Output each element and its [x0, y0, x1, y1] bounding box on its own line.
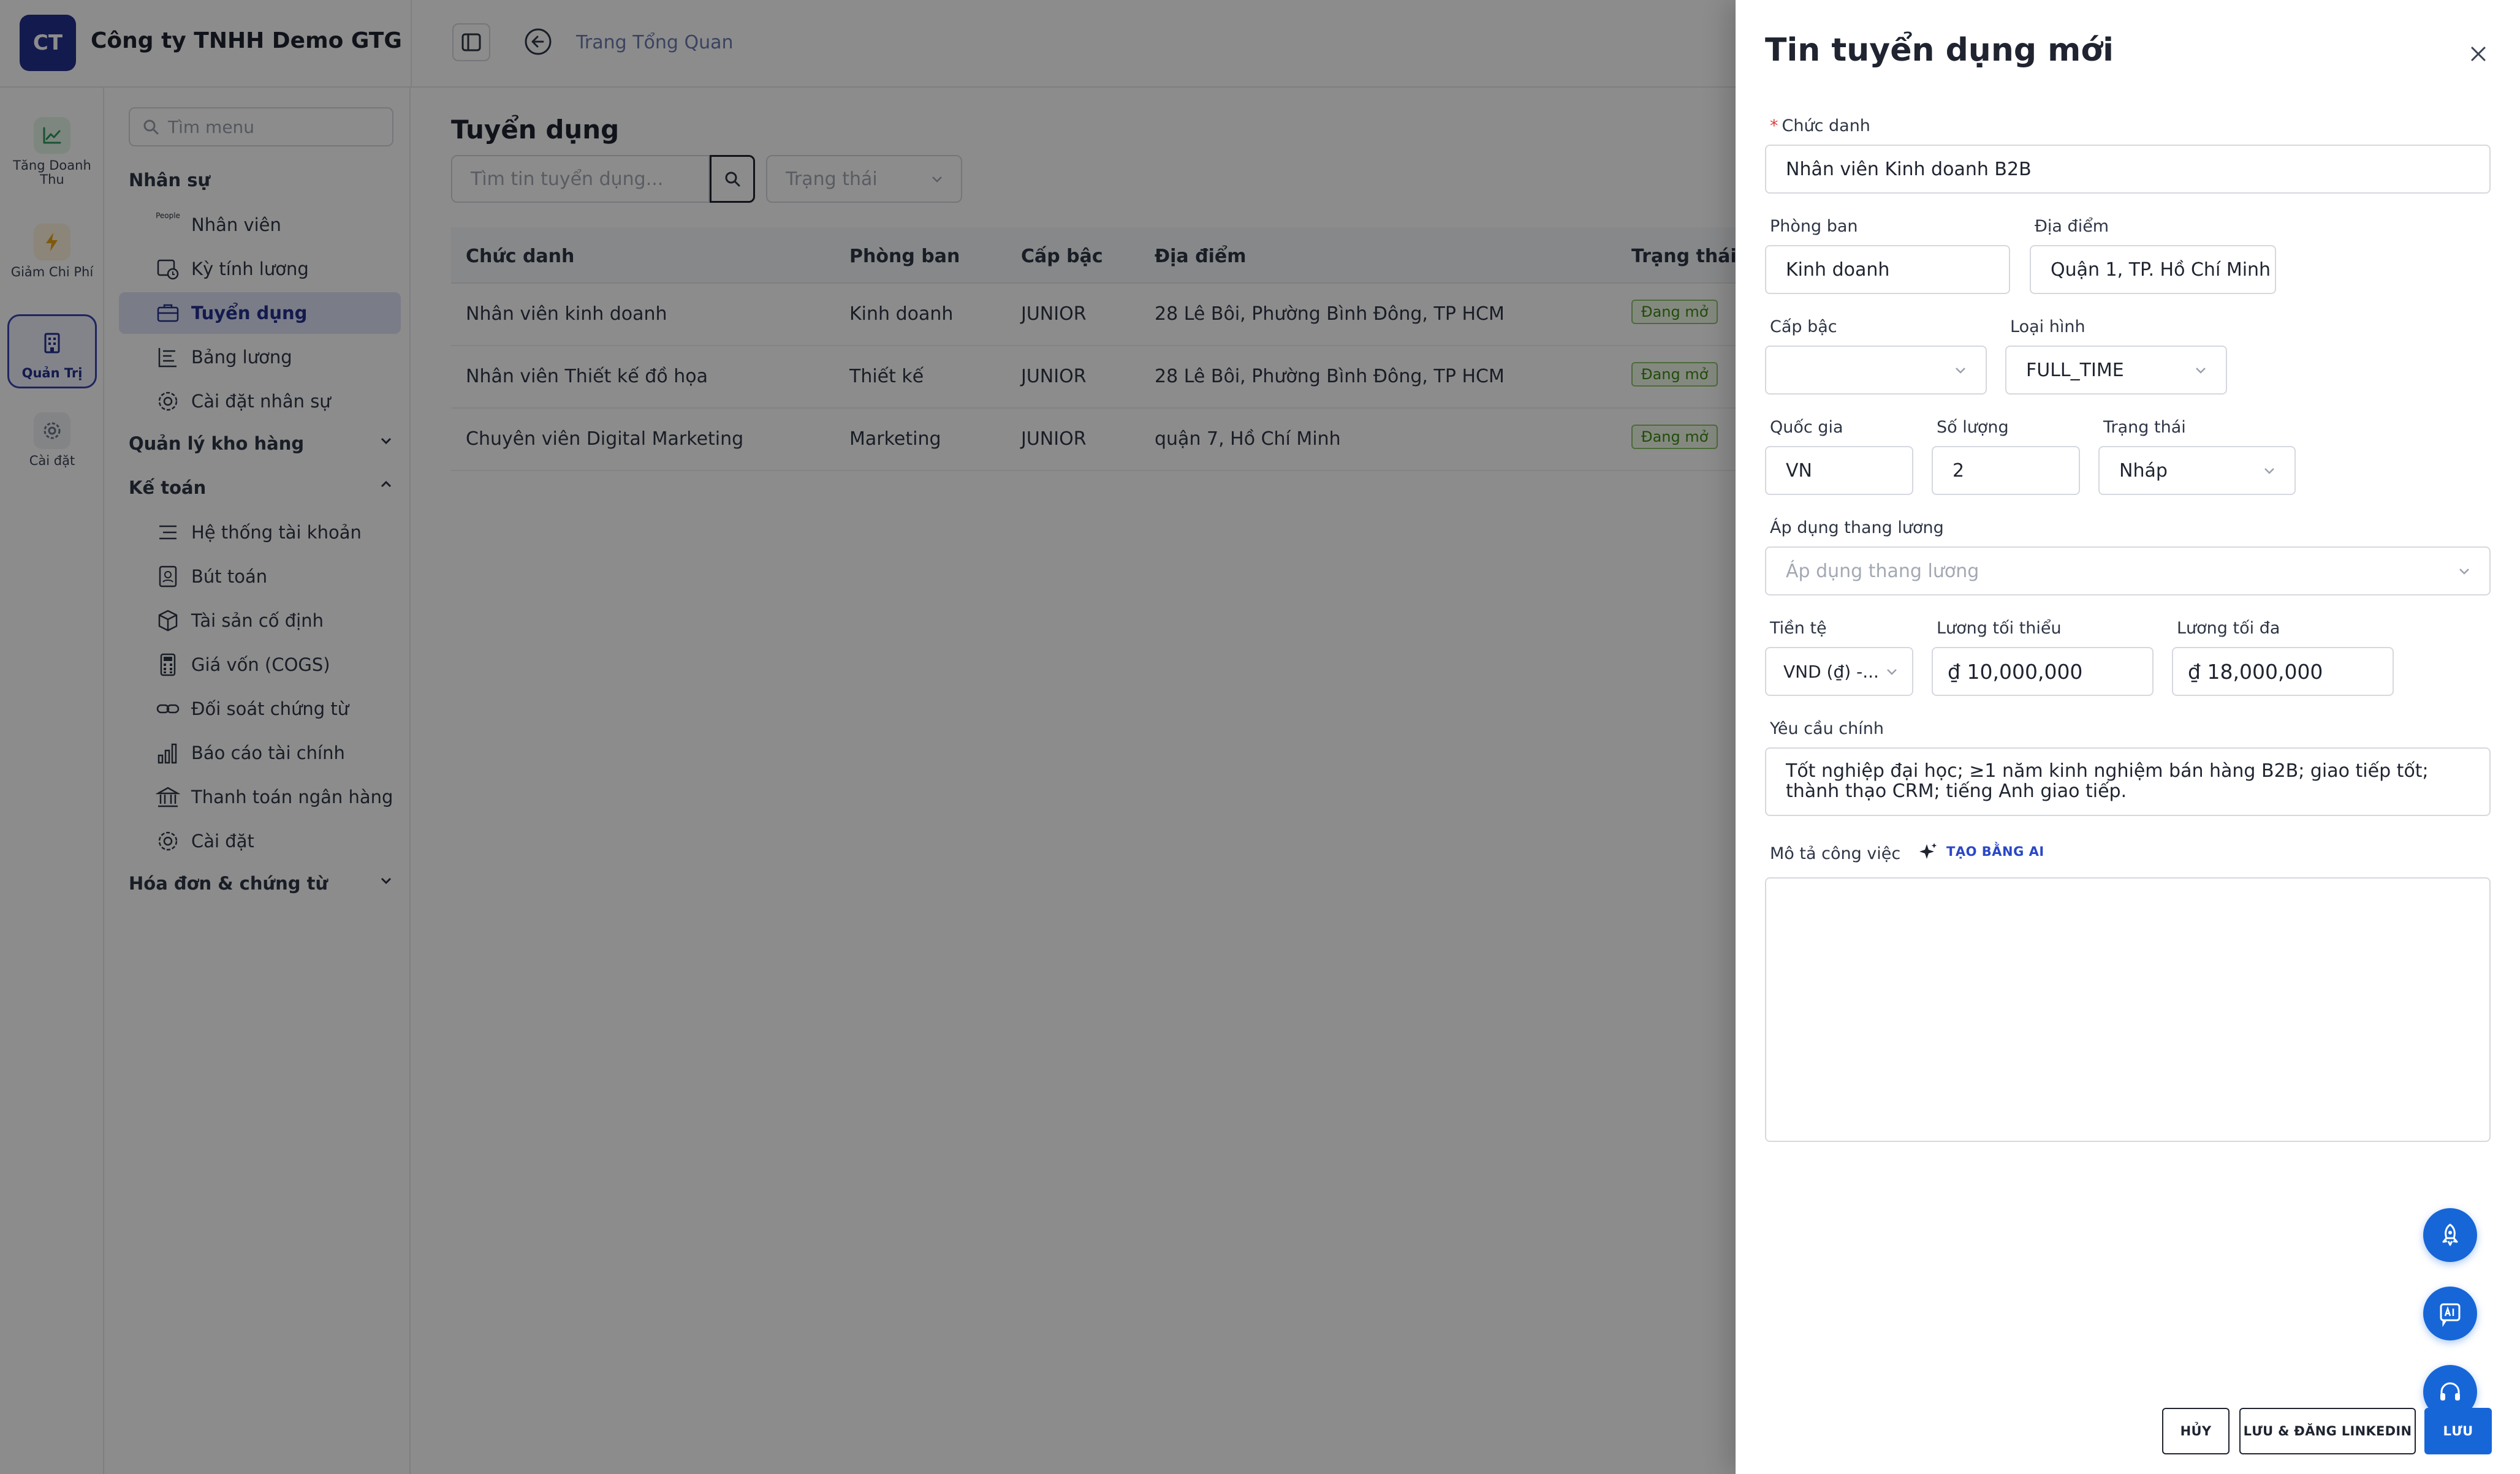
- input-value: ₫ 10,000,000: [1948, 659, 2083, 684]
- input-value: VN: [1786, 459, 1812, 482]
- cap-bac-select[interactable]: [1765, 346, 1987, 395]
- new-job-drawer: Tin tuyển dụng mới * Chức danh Nhân viên …: [1736, 0, 2520, 1474]
- field-label-so-luong: Số lượng: [1937, 418, 2009, 437]
- field-label-luong-toi-da: Lương tối đa: [2177, 619, 2280, 638]
- close-button[interactable]: [2465, 40, 2492, 67]
- chevron-down-icon: [2196, 368, 2206, 374]
- drawer-title: Tin tuyển dụng mới: [1765, 32, 2114, 69]
- rocket-fab[interactable]: [2423, 1208, 2477, 1262]
- loai-hinh-select[interactable]: FULL_TIME: [2005, 346, 2227, 395]
- chevron-down-icon: [2264, 468, 2274, 474]
- mo-ta-textarea[interactable]: [1765, 877, 2491, 1142]
- field-label-tien-te: Tiền tệ: [1770, 619, 1827, 638]
- select-value: VND (₫) -...: [1783, 661, 1879, 682]
- label-text: Chức danh: [1782, 116, 1870, 135]
- tien-te-select[interactable]: VND (₫) -...: [1765, 647, 1913, 696]
- input-value: ₫ 18,000,000: [2188, 659, 2323, 684]
- quoc-gia-input[interactable]: VN: [1765, 446, 1913, 495]
- input-value: 2: [1953, 459, 1965, 482]
- close-icon: [2471, 47, 2486, 61]
- select-placeholder: Áp dụng thang lương: [1786, 560, 1979, 582]
- chevron-down-icon: [2459, 569, 2469, 575]
- input-value: Kinh doanh: [1786, 259, 1890, 281]
- field-label-luong-toi-thieu: Lương tối thiểu: [1937, 619, 2062, 638]
- select-value: Nháp: [2119, 459, 2168, 482]
- headset-icon: [2440, 1382, 2460, 1400]
- ai-chat-icon: [2440, 1303, 2461, 1327]
- trang-thai-select[interactable]: Nháp: [2098, 446, 2296, 495]
- field-label-phong-ban: Phòng ban: [1770, 217, 1858, 236]
- ai-generate-label: TẠO BẰNG AI: [1946, 844, 2044, 859]
- luong-toi-da-input[interactable]: ₫ 18,000,000: [2172, 647, 2394, 696]
- chuc-danh-input[interactable]: Nhân viên Kinh doanh B2B: [1765, 145, 2491, 194]
- textarea-value: Tốt nghiệp đại học; ≥1 năm kinh nghiệm b…: [1786, 760, 2429, 802]
- field-label-loai-hinh: Loại hình: [2010, 317, 2085, 336]
- field-label-trang-thai: Trạng thái: [2103, 418, 2186, 437]
- ai-generate-button[interactable]: TẠO BẰNG AI: [1918, 842, 2044, 861]
- dia-diem-input[interactable]: Quận 1, TP. Hồ Chí Minh: [2030, 245, 2276, 294]
- field-label-thang-luong: Áp dụng thang lương: [1770, 518, 1944, 537]
- save-and-post-linkedin-button[interactable]: LƯU & ĐĂNG LINKEDIN: [2239, 1408, 2416, 1454]
- luong-toi-thieu-input[interactable]: ₫ 10,000,000: [1932, 647, 2154, 696]
- field-label-yeu-cau: Yêu cầu chính: [1770, 719, 1884, 738]
- field-label-quoc-gia: Quốc gia: [1770, 418, 1843, 437]
- input-value: Quận 1, TP. Hồ Chí Minh: [2051, 259, 2271, 281]
- field-label-cap-bac: Cấp bậc: [1770, 317, 1837, 336]
- thang-luong-select[interactable]: Áp dụng thang lương: [1765, 546, 2491, 595]
- required-marker: *: [1770, 116, 1778, 135]
- cancel-button[interactable]: HỦY: [2162, 1408, 2230, 1454]
- chevron-down-icon: [1956, 368, 1965, 374]
- rocket-icon: [2442, 1223, 2458, 1246]
- yeu-cau-textarea[interactable]: Tốt nghiệp đại học; ≥1 năm kinh nghiệm b…: [1765, 747, 2491, 816]
- so-luong-input[interactable]: 2: [1932, 446, 2080, 495]
- save-button[interactable]: LƯU: [2424, 1408, 2492, 1454]
- select-value: FULL_TIME: [2026, 359, 2124, 381]
- chevron-down-icon: [1887, 669, 1897, 675]
- field-label-dia-diem: Địa điểm: [2035, 217, 2109, 236]
- phong-ban-input[interactable]: Kinh doanh: [1765, 245, 2010, 294]
- input-value: Nhân viên Kinh doanh B2B: [1786, 158, 2032, 180]
- modal-backdrop[interactable]: [0, 0, 1736, 1474]
- ai-assistant-fab[interactable]: [2423, 1287, 2477, 1340]
- field-label-chuc-danh: * Chức danh: [1770, 116, 1870, 135]
- field-label-mo-ta: Mô tả công việc: [1770, 844, 1901, 863]
- sparkle-icon: [1919, 843, 1937, 859]
